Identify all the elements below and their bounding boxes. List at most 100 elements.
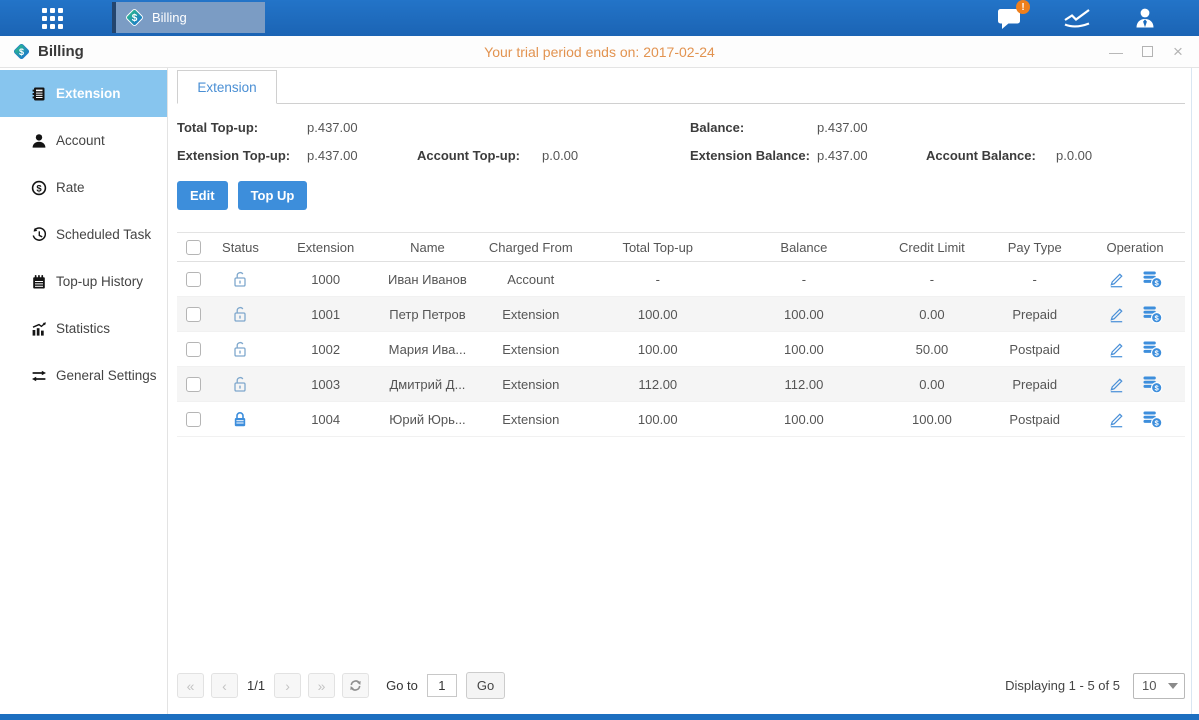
row-checkbox[interactable] [186,342,201,357]
account-topup-label: Account Top-up: [417,148,542,163]
sidebar-item-statistics[interactable]: Statistics [0,305,167,352]
maximize-button[interactable] [1140,45,1154,59]
top-up-row-icon[interactable]: $ [1142,375,1163,394]
chevron-down-icon [1168,683,1178,689]
sidebar-item-label: Statistics [56,321,110,336]
taskbar-item-billing[interactable]: $ Billing [112,2,265,33]
row-checkbox[interactable] [186,307,201,322]
app-launcher-button[interactable] [0,0,104,36]
edit-row-icon[interactable] [1107,410,1126,429]
edit-button[interactable]: Edit [177,181,228,210]
displaying-status: Displaying 1 - 5 of 5 [1005,678,1120,693]
column-header-operation: Operation [1085,240,1185,255]
unlocked-icon[interactable] [232,305,248,323]
last-page-button[interactable]: » [308,673,335,698]
unlocked-icon[interactable] [232,375,248,393]
cell-pay-type: Prepaid [984,377,1085,392]
close-button[interactable]: × [1171,45,1185,59]
refresh-button[interactable] [342,673,369,698]
top-up-row-icon[interactable]: $ [1142,305,1163,324]
edit-row-icon[interactable] [1107,270,1126,289]
total-topup-label: Total Top-up: [177,120,307,135]
table-header: Status Extension Name Charged From Total… [177,232,1185,262]
account-balance-label: Account Balance: [926,148,1056,163]
row-checkbox[interactable] [186,412,201,427]
next-page-button[interactable]: › [274,673,301,698]
cell-extension: 1003 [271,377,381,392]
cell-total-topup: 100.00 [587,412,728,427]
sidebar-item-scheduled-task[interactable]: Scheduled Task [0,211,167,258]
cell-balance: 100.00 [728,342,879,357]
person-icon [1133,6,1157,30]
cell-name: Петр Петров [381,307,475,322]
cell-charged-from: Extension [474,342,587,357]
goto-page-input[interactable] [427,674,457,697]
notification-badge: ! [1016,0,1030,14]
go-button[interactable]: Go [466,672,505,699]
column-header-credit-limit: Credit Limit [880,240,985,255]
app-grid-icon [42,8,63,29]
select-all-checkbox[interactable] [186,240,201,255]
first-page-button[interactable]: « [177,673,204,698]
edit-row-icon[interactable] [1107,305,1126,324]
refresh-icon [348,678,363,693]
cell-credit-limit: 0.00 [880,377,985,392]
notifications-button[interactable]: ! [993,4,1025,32]
cell-balance: - [728,272,879,287]
sidebar-item-account[interactable]: Account [0,117,167,164]
cell-pay-type: - [984,272,1085,287]
trial-notice: Your trial period ends on: 2017-02-24 [0,44,1199,60]
cell-extension: 1001 [271,307,381,322]
account-balance-value: p.0.00 [1056,148,1092,163]
extension-balance-label: Extension Balance: [690,148,817,163]
table-row: 1002 Мария Ива... Extension 100.00 100.0… [177,332,1185,367]
unlocked-icon[interactable] [232,340,248,358]
column-header-extension: Extension [271,240,381,255]
edit-row-icon[interactable] [1107,375,1126,394]
maximize-icon [1142,46,1153,57]
cell-charged-from: Extension [474,307,587,322]
cell-credit-limit: 50.00 [880,342,985,357]
user-account-button[interactable] [1129,4,1161,32]
sidebar-item-label: Account [56,133,105,148]
minimize-button[interactable]: — [1109,45,1123,59]
line-chart-icon [1062,6,1092,30]
cell-charged-from: Extension [474,377,587,392]
balance-value: p.437.00 [817,120,868,135]
resource-monitor-button[interactable] [1061,4,1093,32]
cell-pay-type: Postpaid [984,412,1085,427]
extension-balance-value: p.437.00 [817,148,868,163]
svg-text:$: $ [36,183,42,194]
cell-name: Иван Иванов [381,272,475,287]
goto-label: Go to [386,678,418,693]
locked-icon[interactable] [232,410,248,428]
sidebar-item-label: Rate [56,180,85,195]
top-up-row-icon[interactable]: $ [1142,410,1163,429]
rate-icon: $ [30,179,47,196]
topbar-right-icons: ! [993,0,1199,36]
cell-extension: 1000 [271,272,381,287]
edit-row-icon[interactable] [1107,340,1126,359]
sidebar-item-rate[interactable]: $ Rate [0,164,167,211]
window-body: Extension Account $ Rate [0,68,1199,714]
top-up-row-icon[interactable]: $ [1142,340,1163,359]
cell-balance: 100.00 [728,307,879,322]
unlocked-icon[interactable] [232,270,248,288]
scheduled-task-icon [30,226,47,243]
row-checkbox[interactable] [186,377,201,392]
sidebar-item-label: Scheduled Task [56,227,151,242]
column-header-balance: Balance [728,240,879,255]
prev-page-button[interactable]: ‹ [211,673,238,698]
top-up-button[interactable]: Top Up [238,181,308,210]
sidebar-item-extension[interactable]: Extension [0,70,167,117]
row-checkbox[interactable] [186,272,201,287]
sidebar-item-general-settings[interactable]: General Settings [0,352,167,399]
window-titlebar: $ Billing Your trial period ends on: 201… [0,36,1199,68]
page-size-select[interactable]: 10 [1133,673,1185,699]
balance-label: Balance: [690,120,817,135]
tab-extension[interactable]: Extension [177,70,277,104]
sidebar-item-topup-history[interactable]: Top-up History [0,258,167,305]
svg-text:$: $ [132,13,138,24]
top-up-row-icon[interactable]: $ [1142,270,1163,289]
main-content: Extension Total Top-up: p.437.00 Balance… [168,68,1192,714]
